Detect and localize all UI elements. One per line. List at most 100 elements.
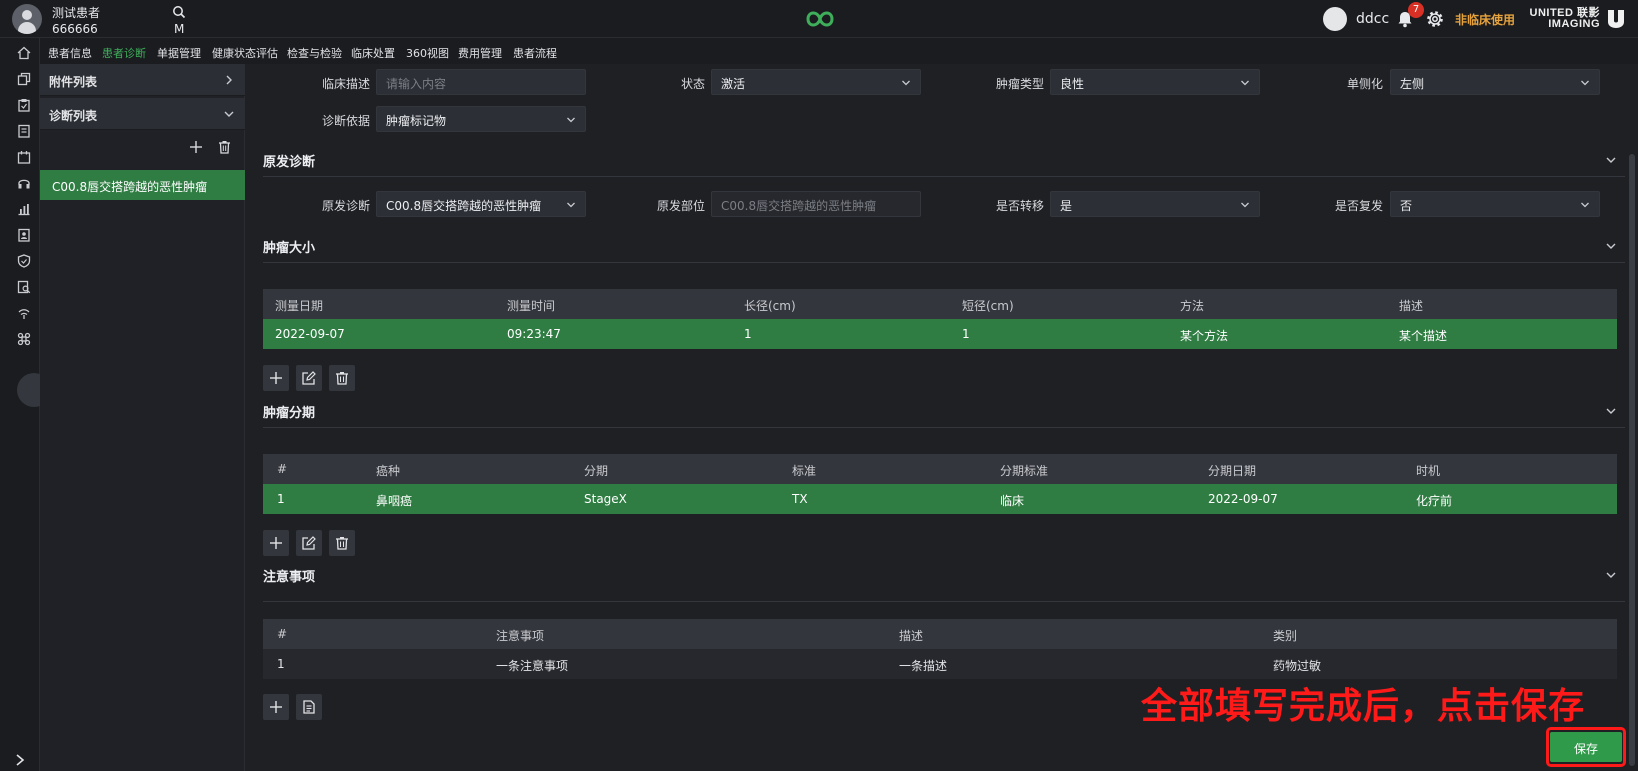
laterality-label: 单侧化 (1346, 77, 1383, 91)
tab-clinical-treatment[interactable]: 临床处置 (351, 45, 395, 61)
brand-logo: UNITED 联影 IMAGING (1528, 8, 1600, 30)
status-select[interactable]: 激活 (711, 69, 921, 95)
add-row-button[interactable] (263, 530, 289, 556)
user-avatar[interactable] (1323, 7, 1347, 31)
non-clinical-label: 非临床使用 (1455, 13, 1516, 27)
column-header: 时机 (1416, 464, 1441, 478)
table-cell: TX (792, 492, 808, 506)
copy-icon[interactable] (17, 72, 31, 86)
clinical-desc-input[interactable]: 请输入内容 (376, 69, 586, 95)
add-row-button[interactable] (263, 365, 289, 391)
column-header: # (277, 627, 288, 641)
tumor-type-select[interactable]: 良性 (1050, 69, 1260, 95)
save-button[interactable]: 保存 (1550, 732, 1622, 762)
table-cell: 某个方法 (1180, 329, 1229, 343)
attachments-header[interactable]: 附件列表 (40, 64, 245, 96)
tab-documents[interactable]: 单据管理 (157, 45, 201, 61)
table-cell: 临床 (1000, 494, 1025, 508)
chevron-down-icon[interactable] (1605, 405, 1617, 417)
recurrence-value: 否 (1400, 199, 1413, 213)
user-name[interactable]: ddcc (1356, 11, 1389, 27)
add-diagnosis-icon[interactable] (189, 140, 203, 154)
column-header: 标准 (792, 464, 817, 478)
patient-id: 666666 (52, 22, 98, 36)
chart-icon[interactable] (17, 202, 31, 216)
delete-row-button[interactable] (329, 530, 355, 556)
save-button-label: 保存 (1573, 742, 1598, 756)
tab-360-view[interactable]: 360视图 (406, 45, 449, 61)
chevron-down-icon[interactable] (1605, 569, 1617, 581)
column-header: 分期日期 (1208, 464, 1257, 478)
edit-row-button[interactable] (296, 365, 322, 391)
scrollbar-thumb[interactable] (1629, 154, 1635, 766)
tab-patient-info[interactable]: 患者信息 (48, 45, 92, 61)
status-label: 状态 (680, 77, 705, 91)
column-header: 类别 (1273, 629, 1298, 643)
edit-row-button[interactable] (296, 530, 322, 556)
laterality-value: 左侧 (1400, 77, 1425, 91)
headset-icon[interactable] (17, 176, 31, 190)
clinical-desc-placeholder: 请输入内容 (386, 77, 447, 91)
trash-icon (336, 372, 348, 385)
diagnosis-basis-select[interactable]: 肿瘤标记物 (376, 106, 586, 132)
primary-diagnosis-select[interactable]: C00.8唇交搭跨越的恶性肿瘤 (376, 191, 586, 217)
patient-name: 测试患者 (52, 6, 101, 20)
status-value: 激活 (721, 77, 746, 91)
chevron-down-icon (1241, 80, 1249, 86)
table-cell: 化疗前 (1416, 494, 1453, 508)
recurrence-select[interactable]: 否 (1390, 191, 1600, 217)
table-row[interactable]: 1 鼻咽癌 StageX TX 临床 2022-09-07 化疗前 (263, 484, 1617, 514)
diagnosis-list-header[interactable]: 诊断列表 (40, 98, 245, 130)
delete-row-button[interactable] (329, 365, 355, 391)
document-person-icon[interactable] (17, 228, 31, 242)
gear-icon[interactable] (1425, 9, 1445, 29)
table-cell: 一条注意事项 (496, 659, 569, 673)
metastasis-select[interactable]: 是 (1050, 191, 1260, 217)
tab-patient-diagnosis[interactable]: 患者诊断 (102, 45, 146, 67)
tab-billing[interactable]: 费用管理 (458, 45, 502, 61)
clinical-desc-label: 临床描述 (321, 77, 370, 91)
signal-icon[interactable] (17, 306, 31, 320)
trash-icon (336, 537, 348, 550)
notes-title: 注意事项 (263, 570, 316, 585)
notification-badge: 7 (1408, 2, 1424, 18)
chevron-right-icon[interactable] (14, 753, 26, 767)
table-cell: 某个描述 (1399, 329, 1448, 343)
column-header: 测量时间 (507, 299, 556, 313)
shield-icon[interactable] (17, 254, 31, 268)
chevron-down-icon (1581, 202, 1589, 208)
section-divider (263, 427, 1625, 428)
search-icon[interactable] (172, 5, 186, 19)
table-row[interactable]: 1 一条注意事项 一条描述 药物过敏 (263, 649, 1617, 679)
add-row-button[interactable] (263, 694, 289, 720)
clipboard-icon[interactable] (17, 98, 31, 112)
main-content: 临床描述 请输入内容 状态 激活 肿瘤类型 良性 单侧化 左侧 诊断依据 肿瘤标… (245, 64, 1638, 771)
chevron-right-icon (226, 75, 232, 85)
tab-patient-flow[interactable]: 患者流程 (513, 45, 557, 61)
search-document-icon[interactable] (17, 280, 31, 294)
primary-site-field: C00.8唇交搭跨越的恶性肿瘤 (711, 191, 921, 217)
app-logo-icon (806, 11, 834, 27)
diagnosis-basis-label: 诊断依据 (321, 114, 370, 128)
patient-gender: M (174, 22, 185, 36)
chevron-down-icon[interactable] (1605, 154, 1617, 166)
tab-exams-tests[interactable]: 检查与检验 (287, 45, 342, 61)
diagnosis-side-panel: 附件列表 诊断列表 C00.8唇交搭跨越的恶性肿瘤 (40, 64, 245, 771)
patient-avatar[interactable] (12, 4, 42, 34)
table-row[interactable]: 2022-09-07 09:23:47 1 1 某个方法 某个描述 (263, 319, 1617, 349)
laterality-select[interactable]: 左侧 (1390, 69, 1600, 95)
import-notes-button[interactable] (296, 694, 322, 720)
column-header: 方法 (1180, 299, 1205, 313)
home-icon[interactable] (17, 46, 31, 60)
diagnosis-list-item[interactable]: C00.8唇交搭跨越的恶性肿瘤 (40, 170, 245, 200)
tumor-staging-title: 肿瘤分期 (263, 406, 316, 421)
command-icon[interactable] (17, 332, 31, 346)
trash-icon[interactable] (218, 140, 231, 154)
section-divider (263, 262, 1625, 263)
chevron-down-icon[interactable] (1605, 240, 1617, 252)
report-icon[interactable] (17, 124, 31, 138)
calendar-icon[interactable] (17, 150, 31, 164)
table-header: # 癌种 分期 标准 分期标准 分期日期 时机 (263, 454, 1617, 484)
tab-health-assessment[interactable]: 健康状态评估 (212, 45, 278, 61)
chevron-down-icon (567, 202, 575, 208)
